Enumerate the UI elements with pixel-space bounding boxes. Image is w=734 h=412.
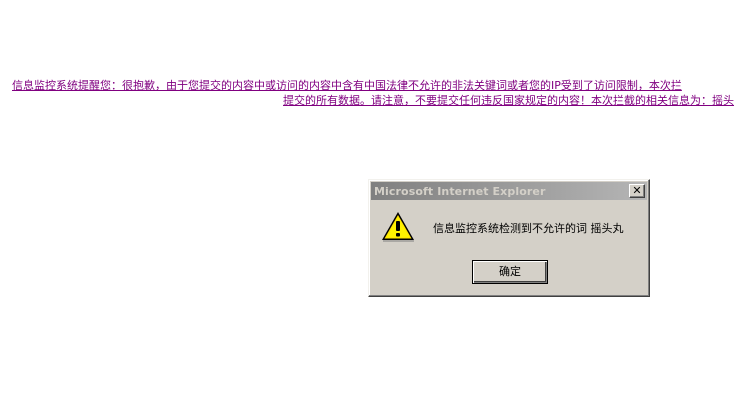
close-icon: ✕ [632,184,642,197]
page: 信息监控系统提醒您：很抱歉，由于您提交的内容中或访问的内容中含有中国法律不允许的… [0,0,734,412]
close-button[interactable]: ✕ [629,184,645,198]
dialog-title: Microsoft Internet Explorer [374,184,546,198]
dialog-titlebar[interactable]: Microsoft Internet Explorer ✕ [371,182,647,200]
ok-button[interactable]: 确定 [472,260,548,284]
notice-link-line-2[interactable]: 提交的所有数据。请注意，不要提交任何违反国家规定的内容！本次拦截的相关信息为：摇… [0,93,734,108]
block-notice: 信息监控系统提醒您：很抱歉，由于您提交的内容中或访问的内容中含有中国法律不允许的… [0,78,734,108]
warning-icon [382,212,414,242]
alert-dialog: Microsoft Internet Explorer ✕ 信息监控系统检测到不… [368,179,650,297]
dialog-message: 信息监控系统检测到不允许的词 摇头丸 [433,222,624,235]
notice-link-line-1[interactable]: 信息监控系统提醒您：很抱歉，由于您提交的内容中或访问的内容中含有中国法律不允许的… [0,78,734,93]
